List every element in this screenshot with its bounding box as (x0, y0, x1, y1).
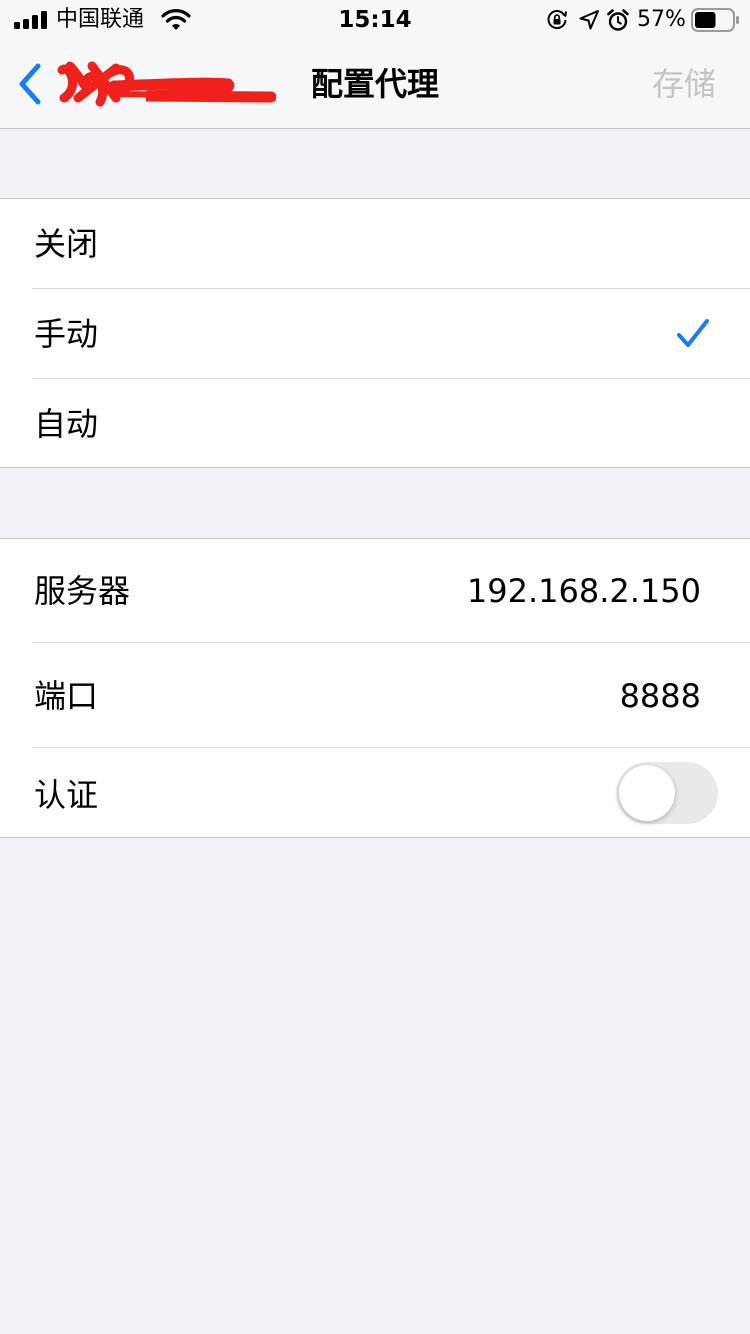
auth-row: 认证 (0, 748, 750, 837)
toggle-knob (619, 765, 675, 821)
mode-label: 自动 (34, 405, 99, 443)
server-value[interactable]: 192.168.2.150 (467, 569, 701, 613)
port-value[interactable]: 8888 (620, 674, 701, 718)
mode-row-auto[interactable]: 自动 (0, 379, 750, 468)
mode-label: 手动 (34, 315, 99, 353)
auth-toggle[interactable] (616, 762, 718, 824)
server-row[interactable]: 服务器 192.168.2.150 (0, 539, 750, 643)
port-row[interactable]: 端口 8888 (0, 643, 750, 748)
port-label: 端口 (34, 677, 99, 715)
mode-label: 关闭 (34, 225, 99, 263)
alarm-clock-icon (607, 9, 629, 31)
checkmark-icon (677, 319, 709, 347)
proxy-server-group: 服务器 192.168.2.150 端口 8888 认证 (0, 538, 750, 838)
save-button[interactable]: 存储 (652, 62, 716, 106)
battery-icon (691, 8, 739, 32)
navigation-bar: 配置代理 存储 (0, 40, 750, 129)
auth-label: 认证 (34, 776, 99, 814)
location-arrow-icon (579, 10, 599, 30)
orientation-lock-icon (547, 10, 567, 29)
battery-percentage: 57% (637, 7, 686, 32)
server-label: 服务器 (34, 572, 131, 610)
mode-row-off[interactable]: 关闭 (0, 199, 750, 289)
proxy-mode-group: 关闭 手动 自动 (0, 198, 750, 468)
mode-row-manual[interactable]: 手动 (0, 289, 750, 379)
proxy-config-screen: 中国联通 15:14 57% 配置代理 存储 关闭 手动 自动 服务器 192.… (0, 0, 750, 1334)
page-title: 配置代理 (310, 65, 439, 103)
status-bar: 中国联通 15:14 57% (0, 0, 750, 40)
